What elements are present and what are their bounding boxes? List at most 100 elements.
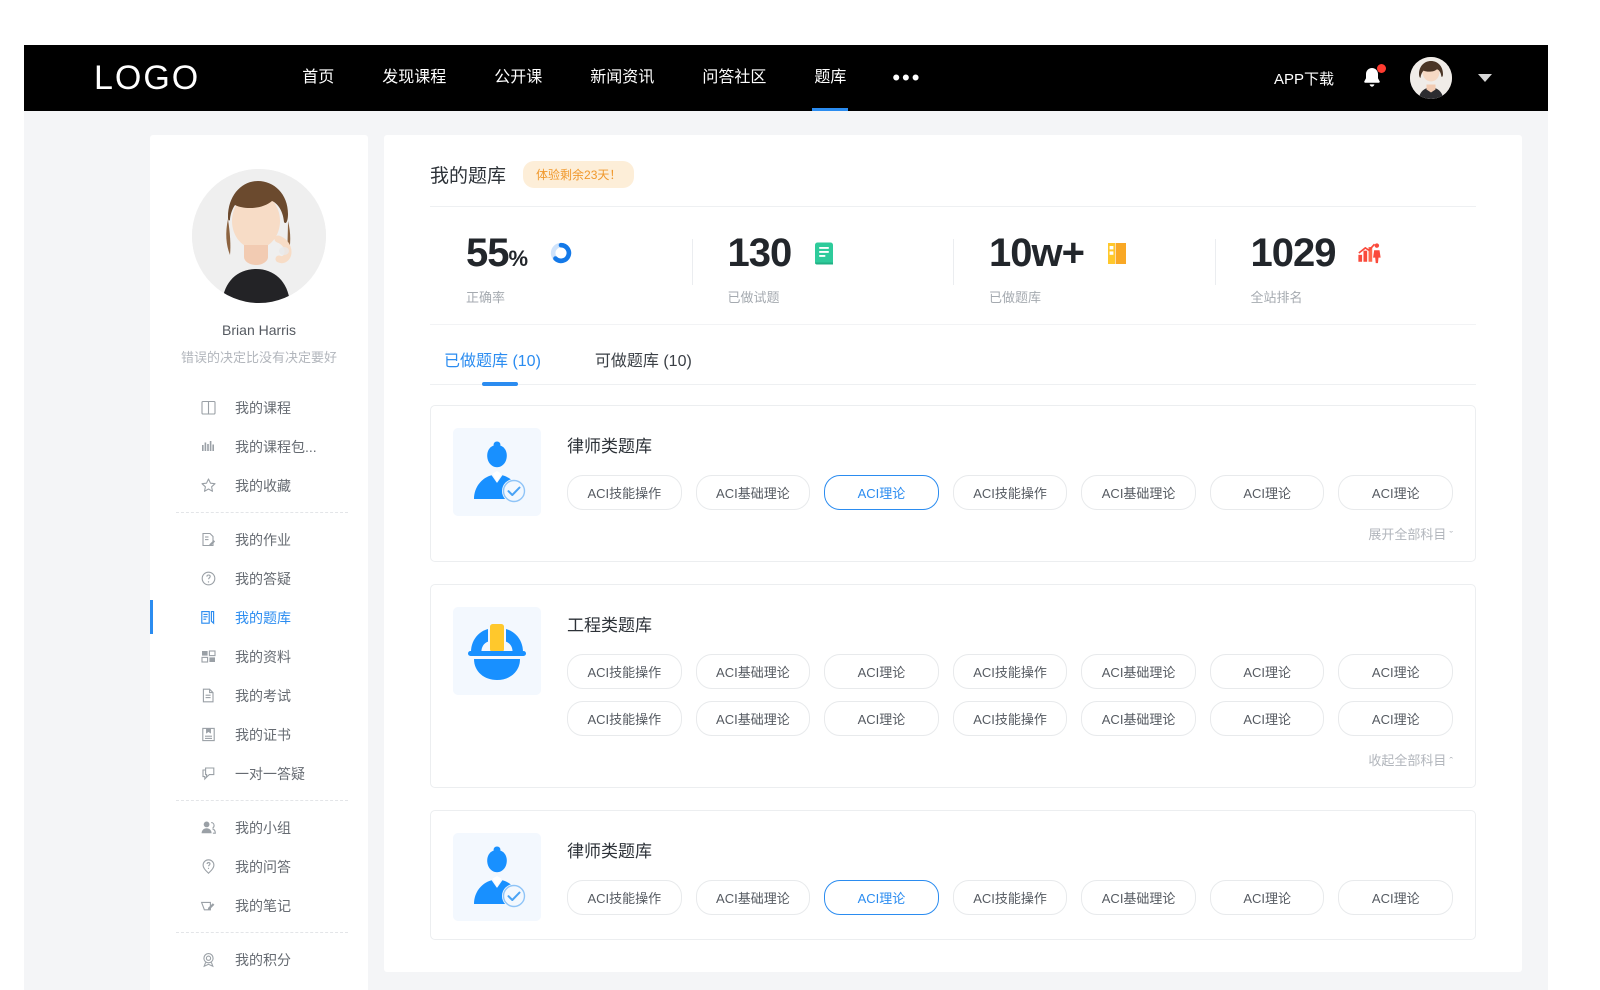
nav-link[interactable]: 公开课 (470, 45, 566, 111)
subject-tag[interactable]: ACI基础理论 (1081, 701, 1196, 736)
subject-tag[interactable]: ACI理论 (824, 654, 939, 689)
subject-tag[interactable]: ACI技能操作 (953, 701, 1068, 736)
subject-tag[interactable]: ACI理论 (1210, 880, 1325, 915)
subject-tag[interactable]: ACI理论 (824, 475, 939, 510)
app-download-link[interactable]: APP下载 (1274, 68, 1334, 89)
nav-link[interactable]: 首页 (278, 45, 358, 111)
subject-tag[interactable]: ACI理论 (824, 701, 939, 736)
menu-divider (176, 512, 348, 513)
stat-number: 10w+ (989, 231, 1084, 275)
card-body: 律师类题库ACI技能操作ACI基础理论ACI理论ACI技能操作ACI基础理论AC… (567, 833, 1453, 927)
nav-more-icon[interactable]: ••• (870, 48, 943, 108)
stat-value-row: 130 (728, 233, 954, 273)
site-logo[interactable]: LOGO (94, 59, 200, 98)
subject-tag[interactable]: ACI技能操作 (567, 701, 682, 736)
profile-name: Brian Harris (150, 322, 368, 338)
subject-tag[interactable]: ACI技能操作 (953, 654, 1068, 689)
question-bank-icon (200, 609, 217, 626)
sidebar-item-7[interactable]: 我的考试 (150, 676, 368, 715)
certificate-icon (200, 726, 217, 743)
stat-number: 1029 (1251, 231, 1336, 275)
subject-tag[interactable]: ACI理论 (1338, 654, 1453, 689)
sidebar-menu: 我的课程我的课程包... 我的收藏我的作业我的答疑我的题库我的资料我的考试我的证书… (150, 388, 368, 979)
subject-tag[interactable]: ACI理论 (1338, 880, 1453, 915)
subject-tag[interactable]: ACI基础理论 (1081, 880, 1196, 915)
homework-icon (200, 531, 217, 548)
question-bank-list: 律师类题库ACI技能操作ACI基础理论ACI理论ACI技能操作ACI基础理论AC… (430, 385, 1476, 940)
subject-tag[interactable]: ACI基础理论 (1081, 475, 1196, 510)
sidebar-item-label: 我的考试 (235, 686, 291, 706)
chevron-down-icon[interactable] (1478, 74, 1492, 82)
stat-unit: % (509, 246, 528, 271)
nav-link[interactable]: 问答社区 (678, 45, 790, 111)
sidebar-item-1[interactable]: 我的课程包... (150, 427, 368, 466)
tab-1[interactable]: 可做题库 (10) (595, 347, 692, 384)
subject-tag[interactable]: ACI理论 (1210, 701, 1325, 736)
sidebar-item-11[interactable]: 我的问答 (150, 847, 368, 886)
tag-row: ACI技能操作 ACI基础理论 ACI理论 ACI技能操作 ACI基础理论 ACI理论 AC… (567, 475, 1453, 510)
question-bank-card[interactable]: 工程类题库ACI技能操作ACI基础理论ACI理论ACI技能操作ACI基础理论AC… (430, 584, 1476, 788)
stat-card: 10w+已做题库 (953, 233, 1215, 306)
subject-tag[interactable]: ACI基础理论 (696, 701, 811, 736)
expand-subjects-toggle[interactable]: 展开全部科目ˇ (567, 522, 1453, 549)
notification-bell-icon[interactable] (1360, 65, 1384, 91)
avatar[interactable] (1410, 57, 1452, 99)
sidebar: Brian Harris 错误的决定比没有决定要好 我的课程我的课程包...我的… (150, 135, 368, 990)
star-icon (200, 477, 217, 494)
question-bank-card[interactable]: 律师类题库ACI技能操作ACI基础理论ACI理论ACI技能操作ACI基础理论AC… (430, 810, 1476, 940)
subject-tag[interactable]: ACI理论 (824, 880, 939, 915)
sidebar-item-label: 我的小组 (235, 818, 291, 838)
main-nav-links: 首页发现课程公开课新闻资讯问答社区题库 (278, 45, 870, 111)
sidebar-item-label: 一对一答疑 (235, 764, 305, 784)
nav-link[interactable]: 发现课程 (358, 45, 470, 111)
sidebar-item-2[interactable]: 我的收藏 (150, 466, 368, 505)
subject-tag[interactable]: ACI技能操作 (567, 654, 682, 689)
sidebar-item-13[interactable]: 我的积分 (150, 940, 368, 979)
sidebar-item-8[interactable]: 我的证书 (150, 715, 368, 754)
sidebar-item-label: 我的课程包... (235, 437, 317, 457)
stat-number: 55 (466, 231, 509, 275)
hardhat-icon (453, 607, 541, 695)
subject-tag[interactable]: ACI技能操作 (953, 880, 1068, 915)
note-pen-icon (200, 897, 217, 914)
subject-tag[interactable]: ACI理论 (1210, 475, 1325, 510)
stat-value-row: 10w+ (989, 233, 1215, 273)
subject-tag[interactable]: ACI技能操作 (567, 880, 682, 915)
page-header: 我的题库 体验剩余23天！ (430, 161, 1476, 207)
tab-0[interactable]: 已做题库 (10) (444, 347, 541, 384)
main-panel: 我的题库 体验剩余23天！ 55%正确率130已做试题10w+已做题库1029全… (384, 135, 1522, 972)
question-bank-card[interactable]: 律师类题库ACI技能操作ACI基础理论ACI理论ACI技能操作ACI基础理论AC… (430, 405, 1476, 562)
subject-tag[interactable]: ACI理论 (1210, 654, 1325, 689)
subject-tag[interactable]: ACI理论 (1338, 701, 1453, 736)
subject-tag[interactable]: ACI基础理论 (1081, 654, 1196, 689)
stats-row: 55%正确率130已做试题10w+已做题库1029全站排名 (430, 207, 1476, 325)
sidebar-item-12[interactable]: 我的笔记 (150, 886, 368, 925)
nav-link[interactable]: 题库 (790, 45, 870, 111)
sidebar-item-10[interactable]: 我的小组 (150, 808, 368, 847)
stat-value: 1029 (1251, 233, 1336, 273)
subject-tag[interactable]: ACI基础理论 (696, 880, 811, 915)
sidebar-item-3[interactable]: 我的作业 (150, 520, 368, 559)
profile-avatar[interactable] (192, 169, 326, 303)
sidebar-item-9[interactable]: 一对一答疑 (150, 754, 368, 793)
profile-motto: 错误的决定比没有决定要好 (150, 347, 368, 366)
subject-tag[interactable]: ACI技能操作 (953, 475, 1068, 510)
sidebar-item-6[interactable]: 我的资料 (150, 637, 368, 676)
nav-link[interactable]: 新闻资讯 (566, 45, 678, 111)
grid-icon (200, 648, 217, 665)
sidebar-item-label: 我的证书 (235, 725, 291, 745)
sidebar-item-label: 我的问答 (235, 857, 291, 877)
sidebar-item-0[interactable]: 我的课程 (150, 388, 368, 427)
expand-label: 收起全部科目 (1368, 753, 1446, 768)
sidebar-item-5[interactable]: 我的题库 (150, 598, 368, 637)
subject-tag[interactable]: ACI技能操作 (567, 475, 682, 510)
sidebar-item-4[interactable]: 我的答疑 (150, 559, 368, 598)
chevron-icon: ˇ (1449, 530, 1453, 542)
page-content: Brian Harris 错误的决定比没有决定要好 我的课程我的课程包...我的… (24, 111, 1548, 990)
subject-tag[interactable]: ACI理论 (1338, 475, 1453, 510)
yellow-book-icon (1106, 240, 1130, 266)
question-circle-icon (200, 570, 217, 587)
subject-tag[interactable]: ACI基础理论 (696, 475, 811, 510)
subject-tag[interactable]: ACI基础理论 (696, 654, 811, 689)
expand-subjects-toggle[interactable]: 收起全部科目ˆ (567, 748, 1453, 775)
